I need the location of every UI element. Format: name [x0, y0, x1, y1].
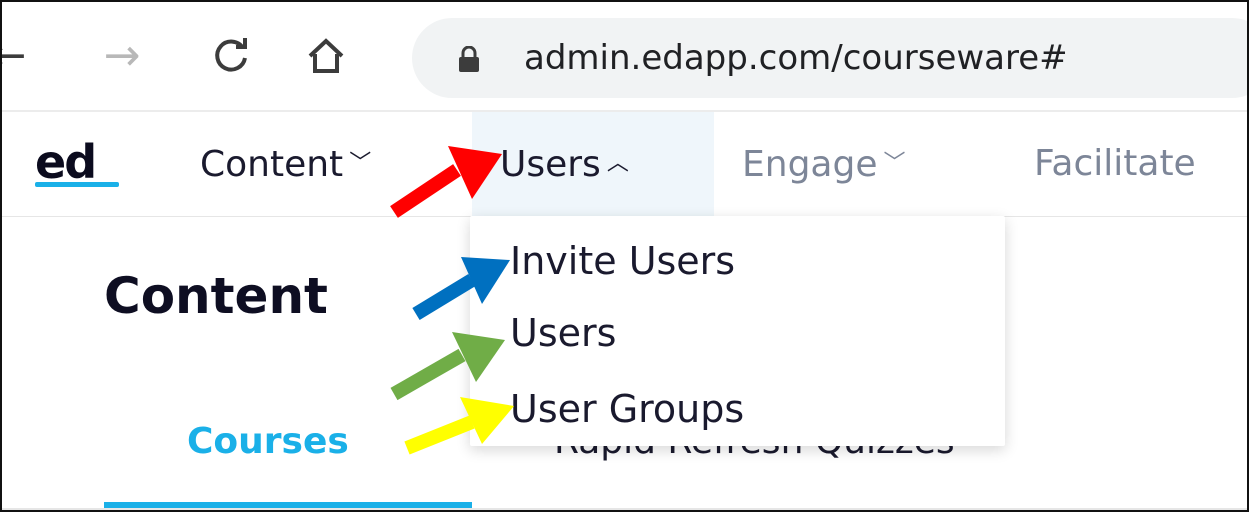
nav-content[interactable]: Content ﹀ — [200, 112, 371, 216]
nav-facilitate-label: Facilitate — [1034, 143, 1196, 184]
home-icon[interactable] — [300, 30, 352, 82]
nav-engage[interactable]: Engage ﹀ — [742, 112, 906, 216]
ed-logo[interactable]: ed — [35, 139, 97, 185]
reload-icon[interactable] — [207, 30, 257, 82]
nav-users[interactable]: Users ︿ — [472, 112, 714, 216]
menu-item-users[interactable]: Users — [510, 308, 616, 358]
url-text: admin.edapp.com/courseware# — [524, 38, 1068, 78]
address-bar[interactable]: admin.edapp.com/courseware# — [412, 18, 1247, 98]
nav-users-label: Users — [500, 144, 601, 185]
lock-icon — [459, 46, 479, 72]
users-dropdown-menu: Invite Users Users User Groups — [470, 216, 1005, 446]
page-title: Content — [104, 267, 328, 325]
forward-icon[interactable]: → — [97, 30, 147, 82]
back-icon[interactable]: ← — [2, 30, 28, 82]
chevron-down-icon: ﹀ — [349, 151, 372, 176]
chevron-down-icon: ﹀ — [883, 151, 906, 176]
browser-toolbar: ← → admin.edapp.com/courseware# — [2, 2, 1247, 112]
menu-item-user-groups[interactable]: User Groups — [510, 384, 744, 434]
tabs-divider — [2, 508, 1247, 510]
nav-engage-label: Engage — [742, 144, 878, 185]
tab-courses[interactable]: Courses — [187, 414, 349, 470]
app-navbar: ed Content ﹀ Users ︿ Engage ﹀ Facilitate — [2, 112, 1247, 217]
chevron-up-icon: ︿ — [606, 151, 629, 176]
nav-content-label: Content — [200, 144, 344, 185]
logo-underline — [35, 182, 119, 187]
screenshot-frame: ← → admin.edapp.com/courseware# ed C — [0, 0, 1249, 512]
nav-facilitate[interactable]: Facilitate — [1034, 112, 1196, 216]
menu-item-invite-users[interactable]: Invite Users — [510, 236, 735, 286]
